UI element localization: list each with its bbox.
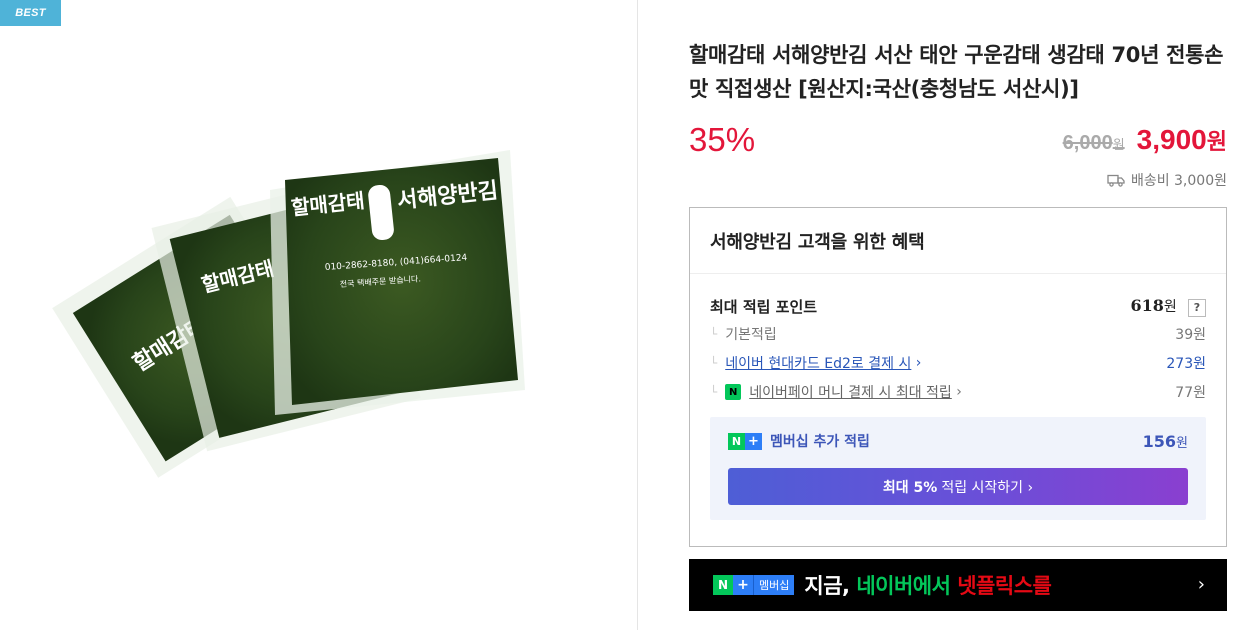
naver-pay-icon: N xyxy=(725,384,742,400)
max-points-value: 618 xyxy=(1130,296,1164,315)
card-benefit-link[interactable]: 네이버 현대카드 Ed2로 결제 시 xyxy=(725,353,911,373)
discount-rate: 35% xyxy=(689,121,756,158)
points-row-card[interactable]: └ 네이버 현대카드 Ed2로 결제 시 › 273원 xyxy=(710,353,1206,373)
truck-icon xyxy=(1107,174,1125,187)
max-points-row: 최대 적립 포인트 618원 ? xyxy=(710,296,1206,317)
best-badge: BEST xyxy=(0,0,61,26)
membership-box: N + 멤버십 추가 적립 156원 최대 5% 적립 시작하기 › xyxy=(710,417,1206,520)
seaweed-pack-front: 할매감태 서해양반김 010-2862-8180, (041)664-0124 … xyxy=(270,150,525,415)
chevron-right-icon[interactable]: › xyxy=(1198,574,1205,595)
naver-plus-icon: N + xyxy=(728,432,762,450)
benefit-box: 서해양반김 고객을 위한 혜택 최대 적립 포인트 618원 ? └ 기본적립 3… xyxy=(689,207,1227,547)
start-membership-button[interactable]: 최대 5% 적립 시작하기 › xyxy=(728,468,1188,505)
max-points-label: 최대 적립 포인트 xyxy=(710,298,818,316)
naver-membership-badge: N + 멤버십 xyxy=(713,575,795,595)
product-photo[interactable]: 할매감태 할매감태 할매감태 서해양반김 010-2862-8180, (041… xyxy=(20,90,610,560)
help-icon[interactable]: ? xyxy=(1188,299,1206,317)
sale-price: 3,900원 xyxy=(1136,124,1227,155)
chevron-right-icon: › xyxy=(911,355,922,371)
original-price: 6,000원 xyxy=(1062,132,1125,154)
netflix-promo-banner[interactable]: N + 멤버십 지금, 네이버에서 넷플릭스를 › xyxy=(689,559,1227,611)
npay-benefit-link[interactable]: 네이버페이 머니 결제 시 최대 적립 xyxy=(749,382,952,402)
membership-amount: 156원 xyxy=(1142,431,1188,451)
membership-label: 멤버십 추가 적립 xyxy=(770,434,870,450)
price-row: 6,000원 3,900원 xyxy=(1063,124,1227,156)
points-row-basic: └ 기본적립 39원 xyxy=(710,327,1206,343)
branch-line-icon: └ xyxy=(710,356,718,370)
branch-line-icon: └ xyxy=(710,327,718,341)
product-image-panel: BEST 할매감태 할매감태 할매감태 서해양반김 010-2862-8180,… xyxy=(0,0,638,630)
banner-text: 지금, 네이버에서 넷플릭스를 xyxy=(804,574,1052,598)
benefit-title: 서해양반김 고객을 위한 혜택 xyxy=(690,208,1226,274)
chevron-right-icon: › xyxy=(951,384,962,400)
branch-line-icon: └ xyxy=(710,385,718,399)
product-title: 할매감태 서해양반김 서산 태안 구운감태 생감태 70년 전통손맛 직접생산 … xyxy=(689,43,1224,101)
shipping-fee: 배송비 3,000원 xyxy=(1107,170,1227,190)
points-row-npay[interactable]: └ N 네이버페이 머니 결제 시 최대 적립 › 77원 xyxy=(710,382,1206,402)
